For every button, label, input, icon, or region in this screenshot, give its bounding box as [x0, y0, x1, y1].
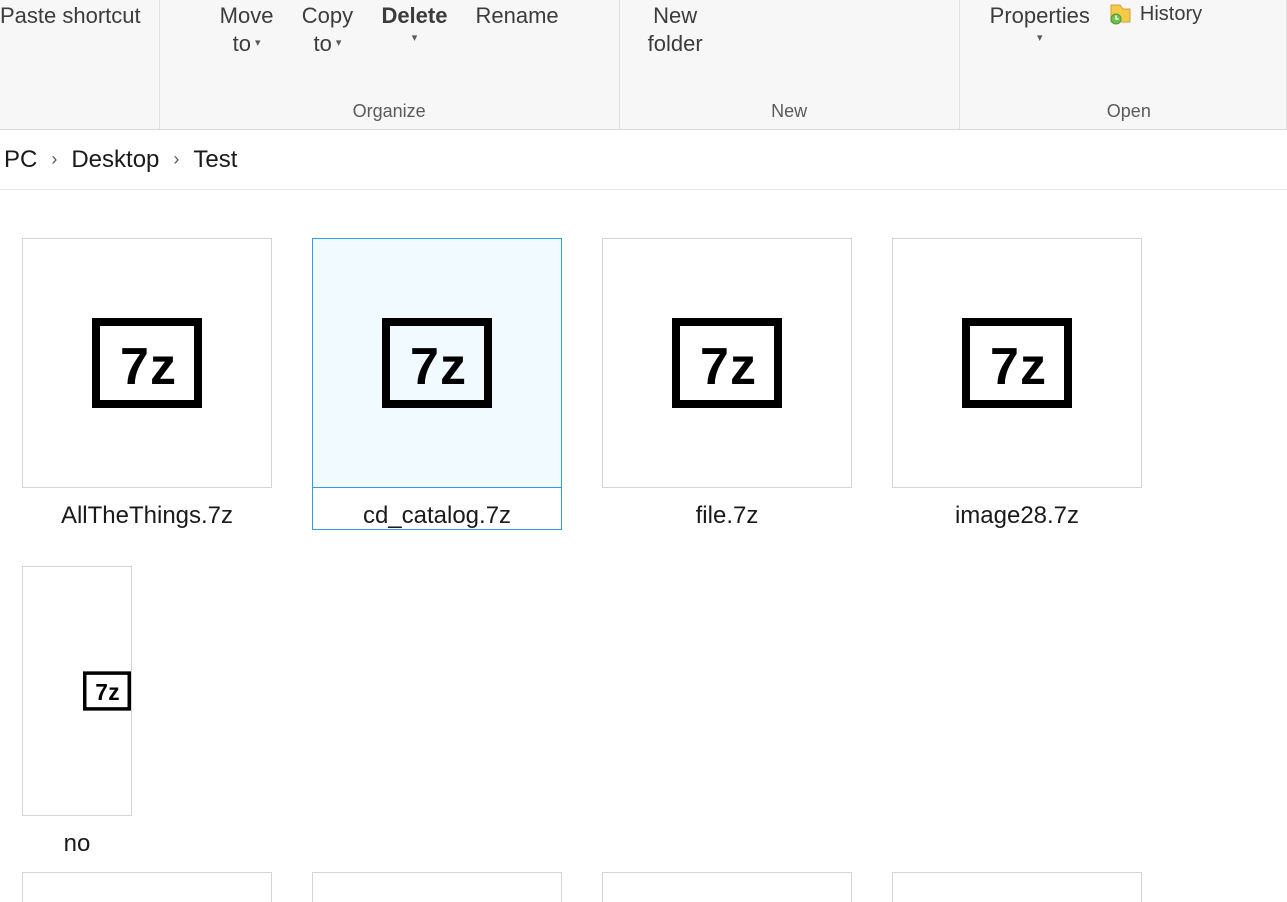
- ribbon: Paste shortcut Move to ▾ Copy to ▾: [0, 0, 1287, 130]
- open-group-label: Open: [980, 101, 1278, 129]
- history-button[interactable]: History: [1108, 2, 1202, 26]
- file-thumb: 7 z: [312, 238, 562, 488]
- file-item[interactable]: 7 z AllTheThings.7z: [22, 238, 272, 530]
- svg-text:z: z: [1020, 338, 1046, 396]
- file-item[interactable]: 7 z no: [22, 566, 132, 858]
- new-folder-label-2: folder: [648, 30, 703, 58]
- svg-text:7: 7: [95, 679, 108, 705]
- file-thumb[interactable]: [892, 872, 1142, 902]
- move-to-label-1: Move: [220, 2, 274, 30]
- organize-group-label: Organize: [168, 101, 611, 129]
- file-thumb: 7 z: [22, 566, 132, 816]
- chevron-down-icon: ▾: [1037, 32, 1043, 46]
- svg-text:7: 7: [700, 338, 729, 396]
- copy-to-label-1: Copy: [302, 2, 353, 30]
- new-folder-button[interactable]: New folder: [638, 0, 713, 57]
- properties-button[interactable]: Properties ▾: [980, 0, 1100, 45]
- file-name: file.7z: [696, 488, 759, 530]
- file-thumb: 7 z: [602, 238, 852, 488]
- svg-text:7: 7: [120, 338, 149, 396]
- history-label: History: [1140, 3, 1202, 26]
- history-icon: [1108, 2, 1132, 26]
- file-item[interactable]: 7 z cd_catalog.7z: [312, 238, 562, 530]
- properties-label: Properties: [990, 2, 1090, 30]
- breadcrumb-test[interactable]: Test: [193, 146, 237, 174]
- file-thumb: 7 z: [892, 238, 1142, 488]
- copy-to-button[interactable]: Copy to ▾: [291, 0, 363, 57]
- breadcrumb-root[interactable]: PC: [4, 146, 37, 174]
- svg-text:z: z: [150, 338, 176, 396]
- rename-label: Rename: [475, 2, 558, 30]
- file-thumb: 7 z: [22, 238, 272, 488]
- ribbon-group-clipboard: Paste shortcut: [0, 0, 160, 129]
- move-to-button[interactable]: Move to ▾: [210, 0, 284, 57]
- file-thumb[interactable]: [22, 872, 272, 902]
- file-name: AllTheThings.7z: [61, 488, 233, 530]
- delete-button[interactable]: Delete ▾: [371, 0, 457, 45]
- svg-text:7: 7: [990, 338, 1019, 396]
- sevenz-icon: 7 z: [962, 318, 1072, 408]
- sevenz-icon: 7 z: [672, 318, 782, 408]
- file-thumb[interactable]: [602, 872, 852, 902]
- sevenz-icon: 7 z: [382, 318, 492, 408]
- breadcrumb-desktop[interactable]: Desktop: [71, 146, 159, 174]
- file-name: image28.7z: [955, 488, 1079, 530]
- file-item[interactable]: 7 z file.7z: [602, 238, 852, 530]
- move-to-label-2: to: [233, 30, 251, 58]
- ribbon-group-open: Properties ▾ History Open: [960, 0, 1287, 129]
- file-item[interactable]: 7 z image28.7z: [892, 238, 1142, 530]
- sevenz-icon: 7 z: [83, 646, 131, 736]
- paste-shortcut-label: Paste shortcut: [0, 2, 141, 30]
- file-grid-row2: [0, 858, 1287, 902]
- file-name: cd_catalog.7z: [363, 488, 511, 530]
- copy-to-label-2: to: [313, 30, 331, 58]
- paste-shortcut-button[interactable]: Paste shortcut: [0, 0, 151, 30]
- new-folder-label-1: New: [653, 2, 697, 30]
- rename-button[interactable]: Rename: [465, 0, 568, 30]
- ribbon-group-organize: Move to ▾ Copy to ▾ Delete ▾ Rename: [160, 0, 620, 129]
- ribbon-group-new: New folder New: [620, 0, 960, 129]
- chevron-right-icon: ›: [173, 149, 179, 170]
- file-thumb[interactable]: [312, 872, 562, 902]
- svg-text:z: z: [108, 679, 119, 705]
- breadcrumb[interactable]: PC › Desktop › Test: [0, 130, 1287, 190]
- chevron-right-icon: ›: [51, 149, 57, 170]
- new-group-label: New: [628, 101, 951, 129]
- chevron-down-icon: ▾: [412, 32, 418, 46]
- svg-text:z: z: [730, 338, 756, 396]
- chevron-down-icon: ▾: [336, 37, 342, 51]
- chevron-down-icon: ▾: [255, 37, 261, 51]
- delete-label: Delete: [381, 2, 447, 30]
- svg-text:z: z: [440, 338, 466, 396]
- file-name: no: [64, 816, 91, 858]
- sevenz-icon: 7 z: [92, 318, 202, 408]
- svg-text:7: 7: [410, 338, 439, 396]
- file-grid: 7 z AllTheThings.7z 7 z cd_catalog.7z 7 …: [0, 190, 1287, 858]
